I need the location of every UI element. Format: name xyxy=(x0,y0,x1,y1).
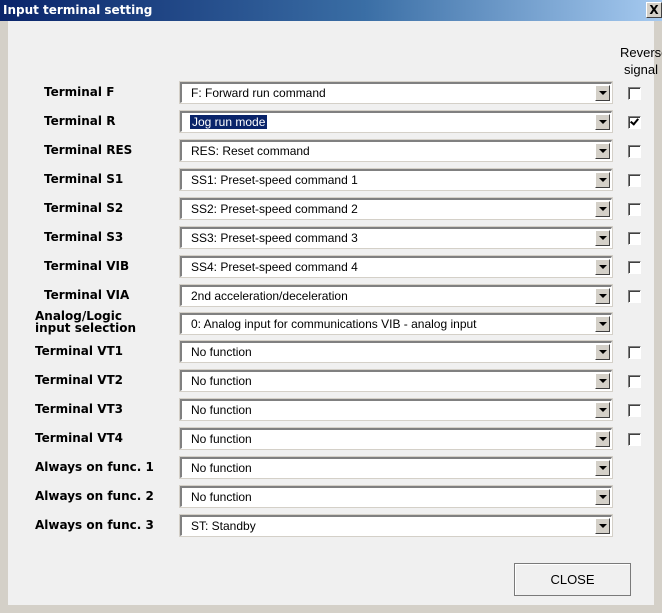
chevron-down-icon[interactable] xyxy=(595,288,610,304)
always-on-func-1-value: No function xyxy=(191,461,252,475)
terminal-f-reverse-checkbox[interactable] xyxy=(628,87,641,100)
terminal-s1-reverse-checkbox[interactable] xyxy=(628,174,641,187)
terminal-vt3-select[interactable]: No function xyxy=(179,398,613,421)
terminal-vt1-reverse-checkbox[interactable] xyxy=(628,346,641,359)
label-always-on-func-2: Always on func. 2 xyxy=(35,489,154,503)
label-terminal-s2: Terminal S2 xyxy=(44,201,124,215)
title-bar: Input terminal setting X xyxy=(0,0,662,21)
terminal-f-select[interactable]: F: Forward run command xyxy=(179,81,613,104)
terminal-s3-select[interactable]: SS3: Preset-speed command 3 xyxy=(179,226,613,249)
chevron-down-icon[interactable] xyxy=(595,143,610,159)
always-on-func-3-select[interactable]: ST: Standby xyxy=(179,514,613,537)
window-title: Input terminal setting xyxy=(3,3,153,17)
terminal-vt1-select[interactable]: No function xyxy=(179,340,613,363)
chevron-down-icon[interactable] xyxy=(595,402,610,418)
label-terminal-vt1: Terminal VT1 xyxy=(35,344,124,358)
label-analog-logic-line2: input selection xyxy=(35,321,136,335)
terminal-vib-value: SS4: Preset-speed command 4 xyxy=(191,260,358,274)
terminal-res-reverse-checkbox[interactable] xyxy=(628,145,641,158)
label-terminal-s3: Terminal S3 xyxy=(44,230,124,244)
always-on-func-2-select[interactable]: No function xyxy=(179,485,613,508)
terminal-f-value: F: Forward run command xyxy=(191,86,326,100)
terminal-vib-select[interactable]: SS4: Preset-speed command 4 xyxy=(179,255,613,278)
terminal-s2-reverse-checkbox[interactable] xyxy=(628,203,641,216)
terminal-vt2-reverse-checkbox[interactable] xyxy=(628,375,641,388)
chevron-down-icon[interactable] xyxy=(595,460,610,476)
terminal-s1-select[interactable]: SS1: Preset-speed command 1 xyxy=(179,168,613,191)
terminal-via-value: 2nd acceleration/deceleration xyxy=(191,289,348,303)
terminal-vib-reverse-checkbox[interactable] xyxy=(628,261,641,274)
label-always-on-func-1: Always on func. 1 xyxy=(35,460,154,474)
terminal-s3-value: SS3: Preset-speed command 3 xyxy=(191,231,358,245)
chevron-down-icon[interactable] xyxy=(595,259,610,275)
terminal-via-reverse-checkbox[interactable] xyxy=(628,290,641,303)
terminal-vt3-value: No function xyxy=(191,403,252,417)
label-terminal-vt4: Terminal VT4 xyxy=(35,431,124,445)
terminal-s2-value: SS2: Preset-speed command 2 xyxy=(191,202,358,216)
label-terminal-f: Terminal F xyxy=(44,85,115,99)
terminal-via-select[interactable]: 2nd acceleration/deceleration xyxy=(179,284,613,307)
terminal-vt4-reverse-checkbox[interactable] xyxy=(628,433,641,446)
always-on-func-1-select[interactable]: No function xyxy=(179,456,613,479)
analog-logic-input-select[interactable]: 0: Analog input for communications VIB -… xyxy=(179,312,613,335)
chevron-down-icon[interactable] xyxy=(595,344,610,360)
terminal-r-reverse-checkbox[interactable] xyxy=(628,116,641,129)
label-analog-logic-input-selection: Analog/Logic input selection xyxy=(35,310,163,334)
terminal-r-select[interactable]: Jog run mode xyxy=(179,110,613,133)
chevron-down-icon[interactable] xyxy=(595,431,610,447)
chevron-down-icon[interactable] xyxy=(595,230,610,246)
terminal-s1-value: SS1: Preset-speed command 1 xyxy=(191,173,358,187)
terminal-vt2-select[interactable]: No function xyxy=(179,369,613,392)
reverse-signal-header: Reverse signal xyxy=(620,44,662,78)
chevron-down-icon[interactable] xyxy=(595,489,610,505)
terminal-vt4-select[interactable]: No function xyxy=(179,427,613,450)
label-terminal-s1: Terminal S1 xyxy=(44,172,124,186)
reverse-header-line2: signal xyxy=(624,62,658,77)
chevron-down-icon[interactable] xyxy=(595,172,610,188)
terminal-vt3-reverse-checkbox[interactable] xyxy=(628,404,641,417)
label-terminal-vt2: Terminal VT2 xyxy=(35,373,124,387)
label-terminal-r: Terminal R xyxy=(44,114,116,128)
label-terminal-vib: Terminal VIB xyxy=(44,259,130,273)
close-button[interactable]: CLOSE xyxy=(514,563,631,596)
terminal-s3-reverse-checkbox[interactable] xyxy=(628,232,641,245)
always-on-func-3-value: ST: Standby xyxy=(191,519,256,533)
terminal-vt4-value: No function xyxy=(191,432,252,446)
close-icon[interactable]: X xyxy=(646,2,662,18)
label-terminal-res: Terminal RES xyxy=(44,143,133,157)
chevron-down-icon[interactable] xyxy=(595,85,610,101)
label-terminal-via: Terminal VIA xyxy=(44,288,130,302)
terminal-r-value: Jog run mode xyxy=(190,115,268,129)
terminal-vt1-value: No function xyxy=(191,345,252,359)
terminal-res-value: RES: Reset command xyxy=(191,144,310,158)
reverse-header-line1: Reverse xyxy=(620,45,662,60)
terminal-vt2-value: No function xyxy=(191,374,252,388)
analog-logic-input-value: 0: Analog input for communications VIB -… xyxy=(191,317,477,331)
terminal-s2-select[interactable]: SS2: Preset-speed command 2 xyxy=(179,197,613,220)
chevron-down-icon[interactable] xyxy=(595,373,610,389)
chevron-down-icon[interactable] xyxy=(595,114,610,130)
label-terminal-vt3: Terminal VT3 xyxy=(35,402,124,416)
chevron-down-icon[interactable] xyxy=(595,201,610,217)
always-on-func-2-value: No function xyxy=(191,490,252,504)
label-always-on-func-3: Always on func. 3 xyxy=(35,518,154,532)
chevron-down-icon[interactable] xyxy=(595,518,610,534)
terminal-res-select[interactable]: RES: Reset command xyxy=(179,139,613,162)
chevron-down-icon[interactable] xyxy=(595,316,610,332)
